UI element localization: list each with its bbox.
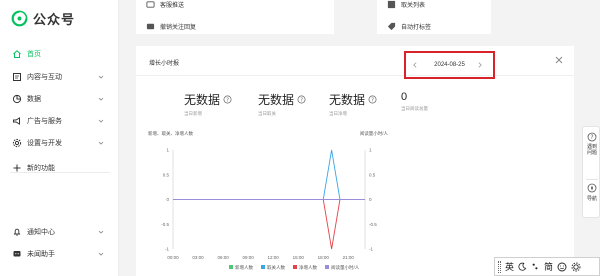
sidebar-item[interactable]: 首页 <box>0 44 119 64</box>
top-card-item[interactable]: 客服推送 <box>146 0 184 9</box>
legend-swatch <box>229 265 233 269</box>
legend-swatch <box>325 265 329 269</box>
chevron-down-icon <box>98 230 104 234</box>
growth-hourly-panel: 增长小时报 2024-08-25 无数据 ? 当日新增 无数据 ? 当日取关 无… <box>136 46 574 276</box>
legend-label: 新增人数 <box>235 264 253 271</box>
x-tick-label: 09:00 <box>242 255 254 260</box>
rail-divider <box>586 179 598 180</box>
top-card-item[interactable]: 撤销关注回复 <box>146 22 196 31</box>
tag-icon <box>387 22 396 31</box>
legend-swatch <box>261 265 265 269</box>
top-card-label: 撤销关注回复 <box>160 25 197 31</box>
chevron-down-icon <box>98 252 104 256</box>
top-card-item[interactable]: 自动打标签 <box>387 22 431 31</box>
x-tick-label: 15:00 <box>293 255 305 260</box>
chevron-down-icon <box>98 75 104 79</box>
moon-icon[interactable] <box>518 262 527 271</box>
legend-label: 阅读量小时/人 <box>331 264 360 271</box>
assistant-icon <box>12 249 22 259</box>
chevron-down-icon <box>98 97 104 101</box>
compass-icon[interactable] <box>587 183 597 193</box>
message-icon <box>146 0 155 9</box>
chart-area: 新增、取关、净增人数 阅读量小时/人 1 1 0.5 0.5 0 0 -0.5 -0.5 -1 -1 0… <box>136 46 574 276</box>
x-tick-label: 06:00 <box>217 255 229 260</box>
y-tick-label-left: 0 <box>166 197 169 202</box>
sidebar: 公众号 首页内容与互动数据广告与服务设置与开发新的功能 通知中心未闻助手 <box>0 0 119 276</box>
app-root: 公众号 首页内容与互动数据广告与服务设置与开发新的功能 通知中心未闻助手 客服推… <box>0 0 600 276</box>
sidebar-item-label: 数据 <box>27 96 41 103</box>
x-tick-label: 00:00 <box>167 255 179 260</box>
sidebar-item-label: 广告与服务 <box>27 118 62 125</box>
ime-toolbar: 英 简 <box>494 257 600 276</box>
y-tick-label-left: -0.5 <box>161 222 169 227</box>
smiley-icon[interactable] <box>557 262 567 272</box>
svg-text:?: ? <box>590 134 593 141</box>
x-tick-label: 18:00 <box>318 255 330 260</box>
y-tick-label-right: -1 <box>369 247 373 252</box>
sidebar-item[interactable]: 数据 <box>0 89 119 109</box>
y-tick-label-left: 1 <box>166 148 169 153</box>
data-icon <box>12 94 22 104</box>
ime-script-toggle[interactable]: 简 <box>544 260 553 273</box>
sidebar-bottom-item[interactable]: 通知中心 <box>0 222 119 242</box>
x-tick-label: 21:00 <box>343 255 355 260</box>
bell-icon <box>12 227 22 237</box>
chevron-down-icon <box>98 119 104 123</box>
x-tick-label: 12:00 <box>268 255 280 260</box>
sidebar-item-label: 未闻助手 <box>27 251 55 258</box>
chat-icon <box>146 22 155 31</box>
right-help-rail: ? 遇到问题 导航 <box>582 126 600 218</box>
x-tick-label: 03:00 <box>192 255 204 260</box>
sidebar-item[interactable]: 广告与服务 <box>0 111 119 131</box>
y-tick-label-left: 0.5 <box>163 172 170 177</box>
right-axis-title: 阅读量小时/人 <box>360 130 389 137</box>
rail-help-label[interactable]: 遇到问题 <box>586 144 598 156</box>
left-axis-title: 新增、取关、净增人数 <box>148 130 193 137</box>
y-tick-label-right: 1 <box>369 148 372 153</box>
top-card-label: 取关列表 <box>401 3 426 9</box>
sidebar-item-label: 通知中心 <box>27 229 55 236</box>
top-card-label: 客服推送 <box>160 3 185 9</box>
sidebar-bottom-item[interactable]: 未闻助手 <box>0 244 119 264</box>
legend-swatch <box>293 265 297 269</box>
series-line <box>173 149 365 200</box>
sidebar-item[interactable]: 内容与互动 <box>0 67 119 87</box>
chevron-down-icon <box>98 141 104 145</box>
settings-icon <box>12 138 22 148</box>
y-tick-label-left: -1 <box>165 247 169 252</box>
rail-nav-label[interactable]: 导航 <box>586 196 598 202</box>
top-card-right: 取关列表 自动打标签 <box>377 0 491 34</box>
sidebar-divider <box>10 172 110 173</box>
home-icon <box>12 49 22 59</box>
list-icon <box>387 0 396 9</box>
help-icon[interactable]: ? <box>587 132 597 142</box>
top-card-left: 客服推送 撤销关注回复 <box>136 0 334 34</box>
top-card-item[interactable]: 取关列表 <box>387 0 425 9</box>
legend-label: 取关人数 <box>267 264 285 271</box>
top-card-label: 自动打标签 <box>401 25 432 31</box>
content-icon <box>12 72 22 82</box>
app-logo[interactable]: 公众号 <box>11 9 75 28</box>
sidebar-item[interactable]: 设置与开发 <box>0 133 119 153</box>
sidebar-item-label: 首页 <box>27 51 41 58</box>
ads-icon <box>12 116 22 126</box>
wechat-logo-icon <box>11 10 28 27</box>
y-tick-label-right: 0.5 <box>369 172 376 177</box>
growth-chart: 新增、取关、净增人数 阅读量小时/人1 10.5 0.50 0-0.5 -0.5-1 -10… <box>148 130 389 271</box>
legend-label: 净增人数 <box>299 264 317 271</box>
ime-language-toggle[interactable]: 英 <box>505 260 514 273</box>
y-tick-label-right: -0.5 <box>369 222 377 227</box>
gear-icon[interactable] <box>571 262 581 272</box>
series-line <box>173 199 365 250</box>
main-content: 客服推送 撤销关注回复 取关列表 自动打标签 增长小时报 2024-08-25 … <box>119 0 600 276</box>
app-name: 公众号 <box>33 12 76 27</box>
sidebar-item-label: 设置与开发 <box>27 140 62 147</box>
ime-drag-handle[interactable] <box>498 260 501 273</box>
punctuation-icon[interactable] <box>531 262 540 271</box>
sidebar-item-label: 内容与互动 <box>27 74 62 81</box>
y-tick-label-right: 0 <box>369 197 372 202</box>
sidebar-item[interactable]: 新的功能 <box>0 158 119 178</box>
